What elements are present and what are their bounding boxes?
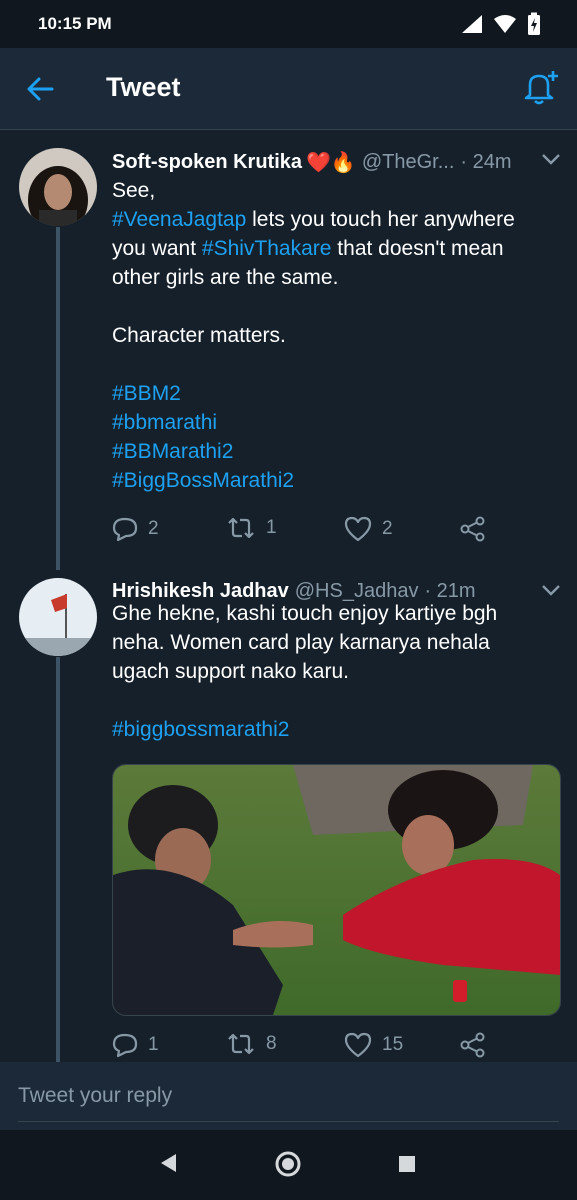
hashtag-link[interactable]: #VeenaJagtap	[112, 208, 246, 231]
share-icon	[460, 516, 485, 542]
tweet-actions: 2 1 2	[112, 516, 552, 546]
reply-button[interactable]: 2	[112, 516, 159, 542]
tweet-text-line: #BiggBossMarathi2	[112, 466, 542, 495]
tweet[interactable]: Hrishikesh Jadhav @HS_Jadhav · 21m Ghe h…	[0, 570, 577, 1062]
like-button[interactable]: 2	[344, 516, 393, 542]
status-time: 10:15 PM	[38, 14, 112, 33]
nav-recents-icon[interactable]	[398, 1155, 416, 1173]
hashtag-link[interactable]: #BiggBossMarathi2	[112, 469, 294, 492]
status-icons	[461, 12, 541, 36]
share-button[interactable]	[460, 516, 486, 542]
status-bar: 10:15 PM	[0, 0, 577, 48]
display-name[interactable]: Soft-spoken Krutika	[112, 151, 302, 174]
like-icon	[344, 1032, 372, 1058]
name-emoji: ❤️🔥	[306, 152, 356, 174]
page-title: Tweet	[106, 72, 181, 102]
reply-icon	[112, 1033, 138, 1058]
top-app-bar: Tweet	[0, 48, 577, 130]
retweet-button[interactable]: 8	[226, 1032, 277, 1056]
reply-count: 1	[148, 1034, 159, 1055]
tweet-text-line: Ghe hekne, kashi touch enjoy kartiye bgh…	[112, 599, 542, 686]
retweet-button[interactable]: 1	[226, 516, 277, 540]
hashtag-link[interactable]: #biggbossmarathi2	[112, 718, 289, 741]
avatar[interactable]	[19, 578, 97, 656]
hashtag-link[interactable]: #BBM2	[112, 382, 181, 405]
tweet-text-run: Ghe hekne, kashi touch enjoy kartiye bgh…	[112, 602, 498, 683]
nav-back-icon[interactable]	[158, 1152, 178, 1174]
tweet-media-image[interactable]	[112, 764, 561, 1016]
share-icon	[460, 1032, 485, 1058]
tweet-time: · 24m	[460, 151, 512, 173]
tweet-text-run: See,	[112, 179, 156, 202]
thread-line	[56, 227, 60, 570]
caret-down-icon[interactable]	[541, 152, 561, 166]
hashtag-link[interactable]: #bbmarathi	[112, 411, 217, 434]
tweet[interactable]: Soft-spoken Krutika ❤️🔥 @TheGr... · 24m …	[0, 130, 577, 570]
tweet-text: Ghe hekne, kashi touch enjoy kartiye bgh…	[112, 599, 542, 744]
tweet-text-line: Character matters.	[112, 321, 542, 350]
username-handle: @TheGr...	[361, 151, 455, 173]
nav-home-icon[interactable]	[274, 1150, 302, 1178]
reply-icon	[112, 517, 138, 542]
reply-button[interactable]: 1	[112, 1032, 159, 1058]
reply-composer[interactable]: Tweet your reply	[0, 1062, 577, 1130]
like-icon	[344, 516, 372, 542]
reply-count: 2	[148, 518, 159, 539]
retweet-count: 8	[266, 1033, 277, 1054]
tweet-text-line: #VeenaJagtap lets you touch her anywhere…	[112, 205, 542, 292]
tweet-text-line: #BBMarathi2	[112, 437, 542, 466]
reply-input[interactable]: Tweet your reply	[18, 1084, 172, 1108]
tweet-text-line: #biggbossmarathi2	[112, 715, 542, 744]
like-count: 15	[382, 1034, 404, 1055]
retweet-icon	[228, 517, 254, 539]
tweet-text-line	[112, 292, 542, 321]
wifi-icon	[494, 15, 516, 33]
tweet-text-run: Character matters.	[112, 324, 286, 347]
retweet-count: 1	[266, 517, 277, 538]
tweet-text-line: #bbmarathi	[112, 408, 542, 437]
tweet-text-line: See,	[112, 176, 542, 205]
tweet-text-line	[112, 686, 542, 715]
hashtag-link[interactable]: #BBMarathi2	[112, 440, 233, 463]
like-button[interactable]: 15	[344, 1032, 403, 1058]
notification-bell-plus-icon[interactable]	[522, 70, 560, 106]
like-count: 2	[382, 518, 393, 539]
tweet-text: See, #VeenaJagtap lets you touch her anyw…	[112, 176, 542, 495]
tweet-actions: 1 8 15	[112, 1032, 552, 1062]
battery-charging-icon	[528, 12, 540, 35]
system-nav-bar	[0, 1130, 577, 1200]
hashtag-link[interactable]: #ShivThakare	[202, 237, 332, 260]
avatar[interactable]	[19, 148, 97, 226]
back-arrow-icon[interactable]	[26, 76, 54, 102]
thread-line	[56, 657, 60, 1062]
tweet-header: Soft-spoken Krutika ❤️🔥 @TheGr... · 24m	[112, 150, 512, 175]
signal-icon	[462, 15, 482, 33]
reply-underline	[18, 1121, 559, 1122]
share-button[interactable]	[460, 1032, 486, 1058]
conversation-feed[interactable]: Soft-spoken Krutika ❤️🔥 @TheGr... · 24m …	[0, 130, 577, 1062]
retweet-icon	[228, 1033, 254, 1055]
tweet-text-line: #BBM2	[112, 379, 542, 408]
caret-down-icon[interactable]	[541, 583, 561, 597]
tweet-text-line	[112, 350, 542, 379]
